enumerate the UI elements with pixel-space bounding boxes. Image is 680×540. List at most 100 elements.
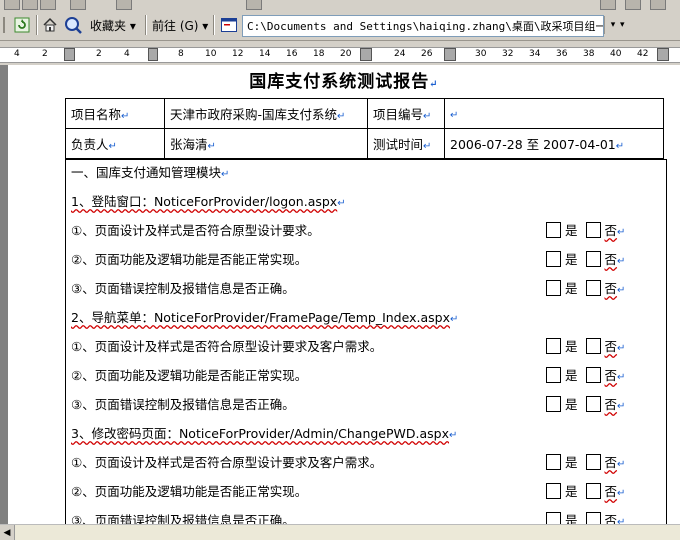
page-heading: 1、登陆窗口：NoticeForProvider/logon.aspx↵ <box>71 194 346 209</box>
content-cell[interactable]: 一、国库支付通知管理模块↵ 1、登陆窗口：NoticeForProvider/l… <box>65 159 667 524</box>
value-cell[interactable]: 天津市政府采购-国库支付系统↵ <box>164 98 368 129</box>
no-checkbox[interactable] <box>585 280 601 296</box>
home-icon[interactable] <box>42 16 58 34</box>
ruler-number: 2 <box>42 49 48 59</box>
yes-checkbox[interactable] <box>546 338 561 354</box>
title-text: 国库支付系统测试报告 <box>249 72 430 92</box>
ruler-number: 26 <box>421 49 433 59</box>
print-preview-icon[interactable] <box>40 0 56 10</box>
goto-menu[interactable]: 前往 (G) ▾ <box>152 16 208 34</box>
save-icon[interactable] <box>22 0 38 10</box>
horizontal-ruler[interactable]: 4 2 2 4 8 10 12 14 16 18 20 24 26 30 32 34 36 38 40 42 <box>0 41 680 65</box>
paragraph-mark: ↵ <box>429 79 439 90</box>
yes-no-options: 是 否↵ <box>538 336 625 355</box>
left-indent-marker[interactable] <box>64 48 75 61</box>
undo-icon[interactable] <box>116 0 132 10</box>
no-checkbox[interactable] <box>585 222 601 238</box>
toolbar-chevron-icon[interactable]: ▾ <box>620 16 625 34</box>
yes-checkbox[interactable] <box>546 454 561 470</box>
yes-checkbox[interactable] <box>546 512 561 524</box>
ruler-number: 30 <box>475 49 487 59</box>
no-checkbox[interactable] <box>585 338 601 354</box>
paragraph-mark: ↵ <box>617 227 626 238</box>
copy-icon[interactable] <box>70 0 86 10</box>
paragraph-mark: ↵ <box>617 372 626 383</box>
address-input[interactable]: C:\Documents and Settings\haiqing.zhang\… <box>242 15 604 37</box>
label-cell[interactable]: 项目名称↵ <box>65 98 165 129</box>
search-web-icon[interactable] <box>64 16 82 34</box>
favorites-menu[interactable]: 收藏夹 ▾ <box>90 16 136 34</box>
yes-label: 是 <box>565 339 578 354</box>
yes-checkbox[interactable] <box>546 280 561 296</box>
ruler-number: 18 <box>313 49 325 59</box>
refresh-icon[interactable] <box>14 16 30 34</box>
no-checkbox[interactable] <box>585 512 601 524</box>
ruler-number: 12 <box>232 49 244 59</box>
yes-label: 是 <box>565 484 578 499</box>
column-marker[interactable] <box>444 48 456 61</box>
label-cell[interactable]: 测试时间↵ <box>367 128 445 159</box>
no-checkbox[interactable] <box>585 454 601 470</box>
value-cell[interactable]: 张海清↵ <box>164 128 368 159</box>
tab-stop-marker[interactable] <box>148 48 158 61</box>
ruler-number: 24 <box>394 49 406 59</box>
paragraph-mark: ↵ <box>617 343 626 354</box>
no-label: 否 <box>604 339 618 354</box>
value-cell[interactable]: 2006-07-28 至 2007-04-01↵ <box>444 128 664 159</box>
ruler-number: 20 <box>340 49 352 59</box>
value-cell[interactable]: ↵ <box>444 98 664 129</box>
yes-no-options: 是 否↵ <box>538 278 625 297</box>
ruler-number: 32 <box>502 49 514 59</box>
yes-no-options: 是 否↵ <box>538 452 625 471</box>
ruler-number: 4 <box>14 49 20 59</box>
no-checkbox[interactable] <box>585 367 601 383</box>
paragraph-mark: ↵ <box>617 256 626 267</box>
no-checkbox[interactable] <box>585 483 601 499</box>
paragraph-mark: ↵ <box>617 459 626 470</box>
list-icon[interactable] <box>650 0 666 10</box>
toolbar-separator <box>145 15 147 35</box>
yes-checkbox[interactable] <box>546 251 561 267</box>
paragraph-mark: ↵ <box>617 401 626 412</box>
no-checkbox[interactable] <box>585 251 601 267</box>
yes-checkbox[interactable] <box>546 367 561 383</box>
no-checkbox[interactable] <box>585 396 601 412</box>
find-icon[interactable] <box>246 0 262 10</box>
toolbar-separator <box>36 15 38 35</box>
web-toolbar: 收藏夹 ▾ 前往 (G) ▾ C:\Documents and Settings… <box>0 10 680 41</box>
check-item-text: ③、页面错误控制及报错信息是否正确。 <box>71 397 295 412</box>
paragraph-mark: ↵ <box>617 285 626 296</box>
paragraph-mark: ↵ <box>617 488 626 499</box>
ruler-number: 14 <box>259 49 271 59</box>
ruler-number: 36 <box>556 49 568 59</box>
address-dropdown-button[interactable]: ▾ <box>604 16 621 34</box>
no-label: 否 <box>604 513 618 524</box>
label-cell[interactable]: 项目编号↵ <box>367 98 445 129</box>
scroll-left-arrow-icon[interactable]: ◀ <box>0 525 15 540</box>
label-cell[interactable]: 负责人↵ <box>65 128 165 159</box>
new-document-icon[interactable] <box>4 0 20 10</box>
check-item-text: ①、页面设计及样式是否符合原型设计要求及客户需求。 <box>71 455 383 470</box>
no-label: 否 <box>604 368 618 383</box>
yes-no-options: 是 否↵ <box>538 481 625 500</box>
yes-label: 是 <box>565 368 578 383</box>
check-item-text: ③、页面错误控制及报错信息是否正确。 <box>71 281 295 296</box>
horizontal-scrollbar[interactable]: ◀ <box>0 524 680 540</box>
section-title: 一、国库支付通知管理模块↵ <box>71 165 230 180</box>
document-page[interactable]: 国库支付系统测试报告↵ 项目名称↵ 天津市政府采购-国库支付系统↵ 项目编号↵ … <box>8 65 680 524</box>
yes-checkbox[interactable] <box>546 222 561 238</box>
align-icon[interactable] <box>600 0 616 10</box>
document-title: 国库支付系统测试报告↵ <box>8 67 680 92</box>
column-marker[interactable] <box>360 48 372 61</box>
page-heading: 3、修改密码页面：NoticeForProvider/Admin/ChangeP… <box>71 426 458 441</box>
check-item-text: ②、页面功能及逻辑功能是否能正常实现。 <box>71 252 308 267</box>
ruler-number: 10 <box>205 49 217 59</box>
check-item-text: ①、页面设计及样式是否符合原型设计要求及客户需求。 <box>71 339 383 354</box>
yes-checkbox[interactable] <box>546 396 561 412</box>
no-label: 否 <box>604 223 618 238</box>
yes-label: 是 <box>565 223 578 238</box>
right-indent-marker[interactable] <box>657 48 669 61</box>
no-label: 否 <box>604 252 618 267</box>
justify-icon[interactable] <box>625 0 641 10</box>
yes-checkbox[interactable] <box>546 483 561 499</box>
